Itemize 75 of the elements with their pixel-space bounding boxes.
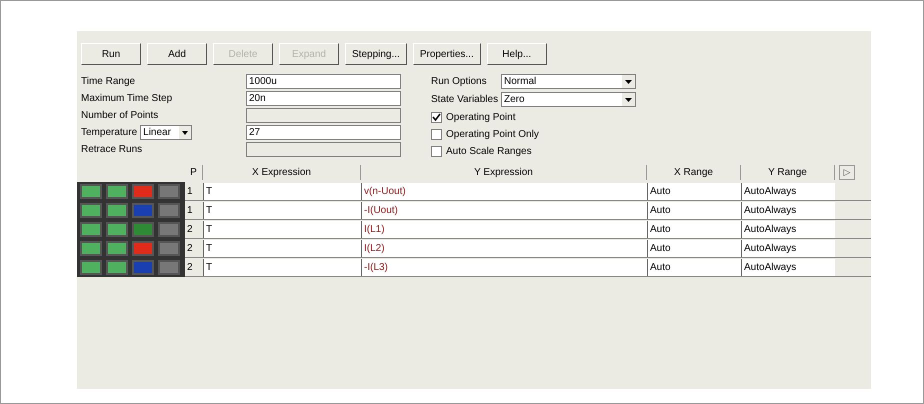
checkbox-label: Operating Point: [446, 110, 516, 124]
expression-field[interactable]: AutoAlways: [741, 182, 835, 200]
field-label: Time Range: [81, 74, 136, 88]
expression-field[interactable]: -I(L3): [361, 258, 647, 276]
color-swatch[interactable]: [131, 258, 155, 276]
toggle-icon[interactable]: [105, 202, 129, 218]
value-field[interactable]: 20n: [246, 90, 401, 106]
field-label: Maximum Time Step: [81, 92, 172, 106]
checkbox[interactable]: [431, 128, 442, 140]
field-label: Number of Points: [81, 108, 158, 122]
toolbar-button[interactable]: Add: [147, 43, 207, 65]
toggle-icon[interactable]: [105, 240, 129, 256]
expression-field[interactable]: Auto: [647, 220, 741, 238]
toggle-icon[interactable]: [79, 220, 103, 238]
expression-field[interactable]: v(n-Uout): [361, 182, 647, 200]
toggle-icon[interactable]: [79, 258, 103, 276]
expression-field[interactable]: T: [203, 240, 361, 256]
checkbox-label: Operating Point Only: [446, 128, 539, 142]
toggle-icon[interactable]: [105, 258, 129, 276]
table-cell-text: 2: [186, 260, 194, 274]
column-header[interactable]: Y Expression: [361, 165, 647, 180]
checkbox[interactable]: [431, 112, 442, 122]
expression-field[interactable]: Auto: [647, 202, 741, 218]
toggle-icon[interactable]: [79, 240, 103, 256]
table-cell-text: 1: [186, 204, 194, 218]
toggle-icon[interactable]: [79, 182, 103, 200]
toggle-icon[interactable]: [157, 258, 181, 276]
checkbox[interactable]: [431, 146, 442, 156]
toggle-icon[interactable]: [79, 202, 103, 218]
expression-field[interactable]: -I(Uout): [361, 202, 647, 218]
option-label: Run Options: [431, 75, 488, 89]
expression-field[interactable]: T: [203, 202, 361, 218]
toggle-icon[interactable]: [157, 202, 181, 218]
table-cell-text: 1: [186, 184, 194, 198]
column-header[interactable]: X Expression: [203, 165, 361, 180]
table-cell-text: 2: [186, 222, 194, 236]
toggle-icon[interactable]: [105, 220, 129, 238]
expression-field[interactable]: Auto: [647, 240, 741, 256]
expression-field[interactable]: Auto: [647, 258, 741, 276]
column-header[interactable]: P: [185, 165, 203, 180]
toolbar-button[interactable]: Stepping...: [345, 43, 407, 65]
expression-field[interactable]: AutoAlways: [741, 202, 835, 218]
expression-field[interactable]: I(L2): [361, 240, 647, 256]
value-field[interactable]: 27: [246, 124, 401, 140]
expression-field[interactable]: T: [203, 182, 361, 200]
color-swatch[interactable]: [131, 182, 155, 200]
checkbox-label: Auto Scale Ranges: [446, 144, 532, 158]
scroll-right-button[interactable]: ▷: [839, 165, 855, 180]
color-swatch[interactable]: [131, 240, 155, 256]
expression-field[interactable]: T: [203, 220, 361, 238]
toggle-icon[interactable]: [157, 220, 181, 238]
expression-field[interactable]: AutoAlways: [741, 240, 835, 256]
expression-field[interactable]: I(L1): [361, 220, 647, 238]
field-label: Retrace Runs: [81, 142, 142, 156]
expression-field[interactable]: T: [203, 258, 361, 276]
toolbar-button[interactable]: Run: [81, 43, 141, 65]
option-dropdown[interactable]: Zero: [501, 92, 636, 107]
toolbar-button[interactable]: Help...: [486, 43, 547, 65]
option-label: State Variables: [431, 93, 500, 107]
expression-field[interactable]: AutoAlways: [741, 220, 835, 238]
toggle-icon[interactable]: [157, 182, 181, 200]
column-header[interactable]: Y Range: [741, 165, 835, 180]
column-header[interactable]: X Range: [647, 165, 741, 180]
value-field[interactable]: 1000u: [246, 74, 401, 88]
expression-field[interactable]: AutoAlways: [741, 258, 835, 276]
mode-dropdown[interactable]: Linear: [140, 124, 192, 140]
toggle-icon[interactable]: [105, 182, 129, 200]
expression-field[interactable]: Auto: [647, 182, 741, 200]
field-label: Temperature: [81, 126, 138, 140]
toggle-icon[interactable]: [157, 240, 181, 256]
color-swatch[interactable]: [131, 202, 155, 218]
table-cell-text: 2: [186, 242, 194, 256]
option-dropdown[interactable]: Normal: [501, 74, 636, 89]
toolbar-button[interactable]: Properties...: [412, 43, 481, 65]
color-swatch[interactable]: [131, 220, 155, 238]
